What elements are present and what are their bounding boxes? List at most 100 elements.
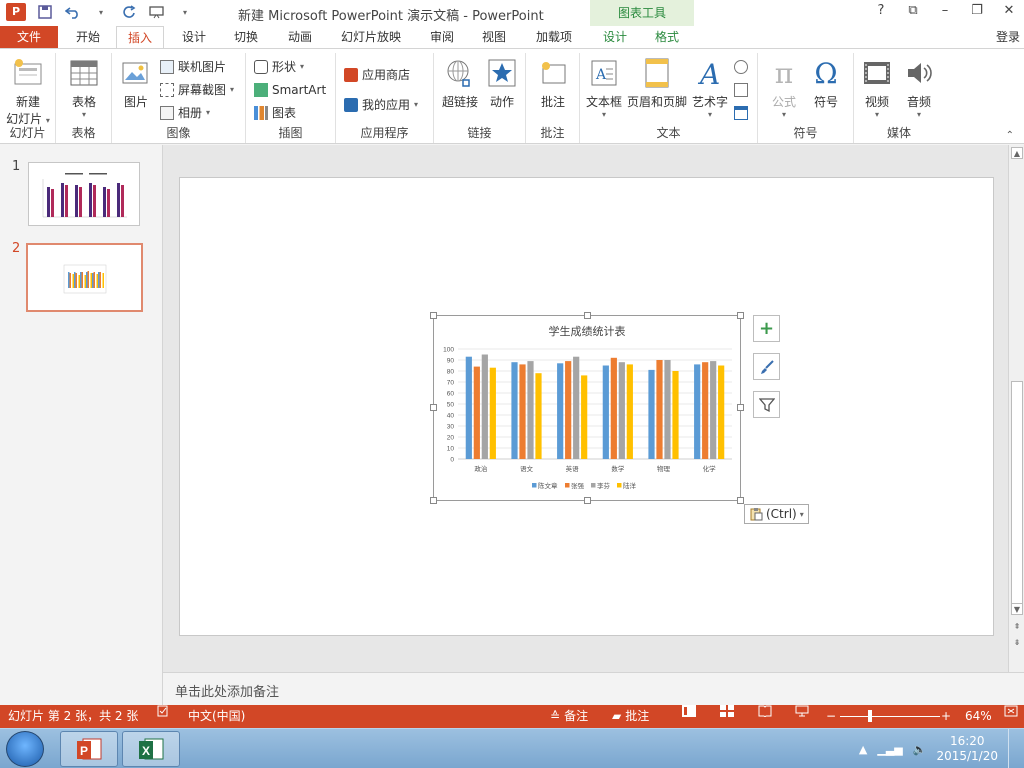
resize-handle-bottom-left[interactable] [430,497,437,504]
chart-button[interactable]: 图表 [254,103,296,123]
taskbar-excel-button[interactable]: X [122,731,180,767]
zoom-out-button[interactable]: − [826,705,836,728]
tab-view[interactable]: 视图 [470,26,518,48]
redo-icon[interactable] [120,3,138,21]
tab-design[interactable]: 设计 [170,26,218,48]
new-slide-button[interactable]: 新建 幻灯片 ▾ [4,55,52,127]
scroll-up-icon[interactable]: ▲ [1011,147,1023,159]
volume-icon[interactable]: 🔈 [913,743,927,756]
online-picture-button[interactable]: 联机图片 [160,57,226,77]
scroll-thumb[interactable] [1011,381,1023,611]
tab-chart-design[interactable]: 设计 [592,26,638,48]
fit-slide-icon[interactable] [1004,705,1018,717]
paste-options-button[interactable]: (Ctrl) ▾ [744,504,809,524]
chart-styles-button[interactable] [753,353,780,380]
customize-qat-icon[interactable]: ▾ [176,3,194,21]
show-hidden-icons-icon[interactable]: ▲ [859,743,867,756]
notes-placeholder[interactable]: 单击此处添加备注 [175,681,279,700]
minimize-button[interactable]: – [936,3,954,18]
slide-number-button[interactable] [734,80,748,100]
spell-check-icon[interactable] [157,705,169,717]
wordart-button[interactable]: A 艺术字 ▾ [690,55,730,119]
normal-view-icon[interactable] [682,705,696,717]
tab-transitions[interactable]: 切换 [222,26,270,48]
equation-button[interactable]: π 公式 ▾ [764,55,804,120]
tab-review[interactable]: 审阅 [418,26,466,48]
language-status[interactable]: 中文(中国) [188,705,245,728]
show-desktop-button[interactable] [1008,729,1018,768]
slide-thumbnail-2[interactable] [26,243,143,312]
new-comment-button[interactable]: 批注 [532,55,574,110]
chart-title[interactable]: 学生成绩统计表 [549,324,626,338]
chart-elements-button[interactable]: + [753,315,780,342]
close-button[interactable]: ✕ [1000,3,1018,18]
clock[interactable]: 16:20 2015/1/20 [936,734,998,764]
textbox-button[interactable]: A 文本框 ▾ [582,55,626,119]
chevron-down-icon: ▾ [230,85,235,94]
resize-handle-bottom[interactable] [584,497,591,504]
tab-insert[interactable]: 插入 [116,26,164,49]
resize-handle-left[interactable] [430,404,437,411]
shapes-icon [254,60,268,74]
slide-thumbnail-1[interactable] [28,162,140,226]
object-button[interactable] [734,103,748,123]
undo-dropdown-icon[interactable]: ▾ [92,3,110,21]
photo-album-button[interactable]: 相册 ▾ [160,103,210,123]
resize-handle-top-left[interactable] [430,312,437,319]
video-button[interactable]: 视频 ▾ [856,55,898,119]
help-icon[interactable]: ? [872,3,890,18]
resize-handle-top[interactable] [584,312,591,319]
picture-button[interactable]: 图片 [116,55,156,110]
start-button-windows-icon[interactable] [6,731,44,767]
zoom-level[interactable]: 64% [965,705,992,728]
undo-icon[interactable] [64,3,82,21]
network-icon[interactable]: ▁▃▅ [877,743,902,756]
tab-addins[interactable]: 加载项 [526,26,582,48]
tab-slideshow[interactable]: 幻灯片放映 [334,26,408,48]
store-button[interactable]: 应用商店 [344,65,410,85]
comments-status-button[interactable]: ▰ 批注 [612,705,649,728]
ribbon-display-options-icon[interactable]: ⧉ [904,3,922,18]
taskbar-powerpoint-button[interactable]: P [60,731,118,767]
chart-filters-button[interactable] [753,391,780,418]
resize-handle-top-right[interactable] [737,312,744,319]
header-footer-button[interactable]: 页眉和页脚 [626,55,688,110]
zoom-slider-thumb[interactable] [868,710,872,722]
previous-slide-icon[interactable]: ⇞ [1011,621,1023,633]
date-time-button[interactable] [734,57,748,77]
start-slideshow-icon[interactable] [148,3,166,21]
reading-view-icon[interactable] [758,705,772,717]
save-icon[interactable] [36,3,54,21]
tab-animations[interactable]: 动画 [276,26,324,48]
hyperlink-button[interactable]: 超链接 [438,55,482,110]
my-apps-button[interactable]: 我的应用 ▾ [344,95,418,115]
resize-handle-bottom-right[interactable] [737,497,744,504]
vertical-scrollbar[interactable]: ▲ ▼ ⇞ ⇟ [1008,145,1024,672]
collapse-ribbon-icon[interactable]: ⌃ [1006,130,1014,141]
shapes-button[interactable]: 形状 ▾ [254,57,304,77]
notes-status-button[interactable]: ≙ 备注 [550,705,588,728]
notes-pane[interactable]: 单击此处添加备注 [163,672,1024,705]
smartart-button[interactable]: SmartArt [254,80,326,100]
zoom-slider-track[interactable] [840,716,940,717]
audio-button[interactable]: 音频 ▾ [898,55,940,119]
tab-home[interactable]: 开始 [64,26,112,48]
scroll-down-icon[interactable]: ▼ [1011,603,1023,615]
resize-handle-right[interactable] [737,404,744,411]
comment-icon [538,57,568,89]
slide-count-status[interactable]: 幻灯片 第 2 张，共 2 张 [8,705,138,728]
symbol-button[interactable]: Ω 符号 [806,55,846,110]
slide-canvas[interactable]: 学生成绩统计表 0 10 20 30 40 50 60 70 80 90 100 政治 语文 英语 数学 物… [179,177,994,636]
chart-object[interactable]: 学生成绩统计表 0 10 20 30 40 50 60 70 80 90 100 政治 语文 英语 数学 物… [430,312,744,504]
table-button[interactable]: 表格 ▾ [64,55,104,119]
maximize-button[interactable]: ❐ [968,3,986,18]
slideshow-view-icon[interactable] [795,705,809,717]
screenshot-button[interactable]: 屏幕截图 ▾ [160,80,234,100]
tab-chart-format[interactable]: 格式 [644,26,690,48]
slide-sorter-view-icon[interactable] [720,705,734,717]
next-slide-icon[interactable]: ⇟ [1011,637,1023,649]
action-button[interactable]: 动作 [482,55,522,110]
tab-file[interactable]: 文件 [0,26,58,48]
zoom-in-button[interactable]: + [941,705,951,728]
sign-in-link[interactable]: 登录 [996,26,1020,48]
